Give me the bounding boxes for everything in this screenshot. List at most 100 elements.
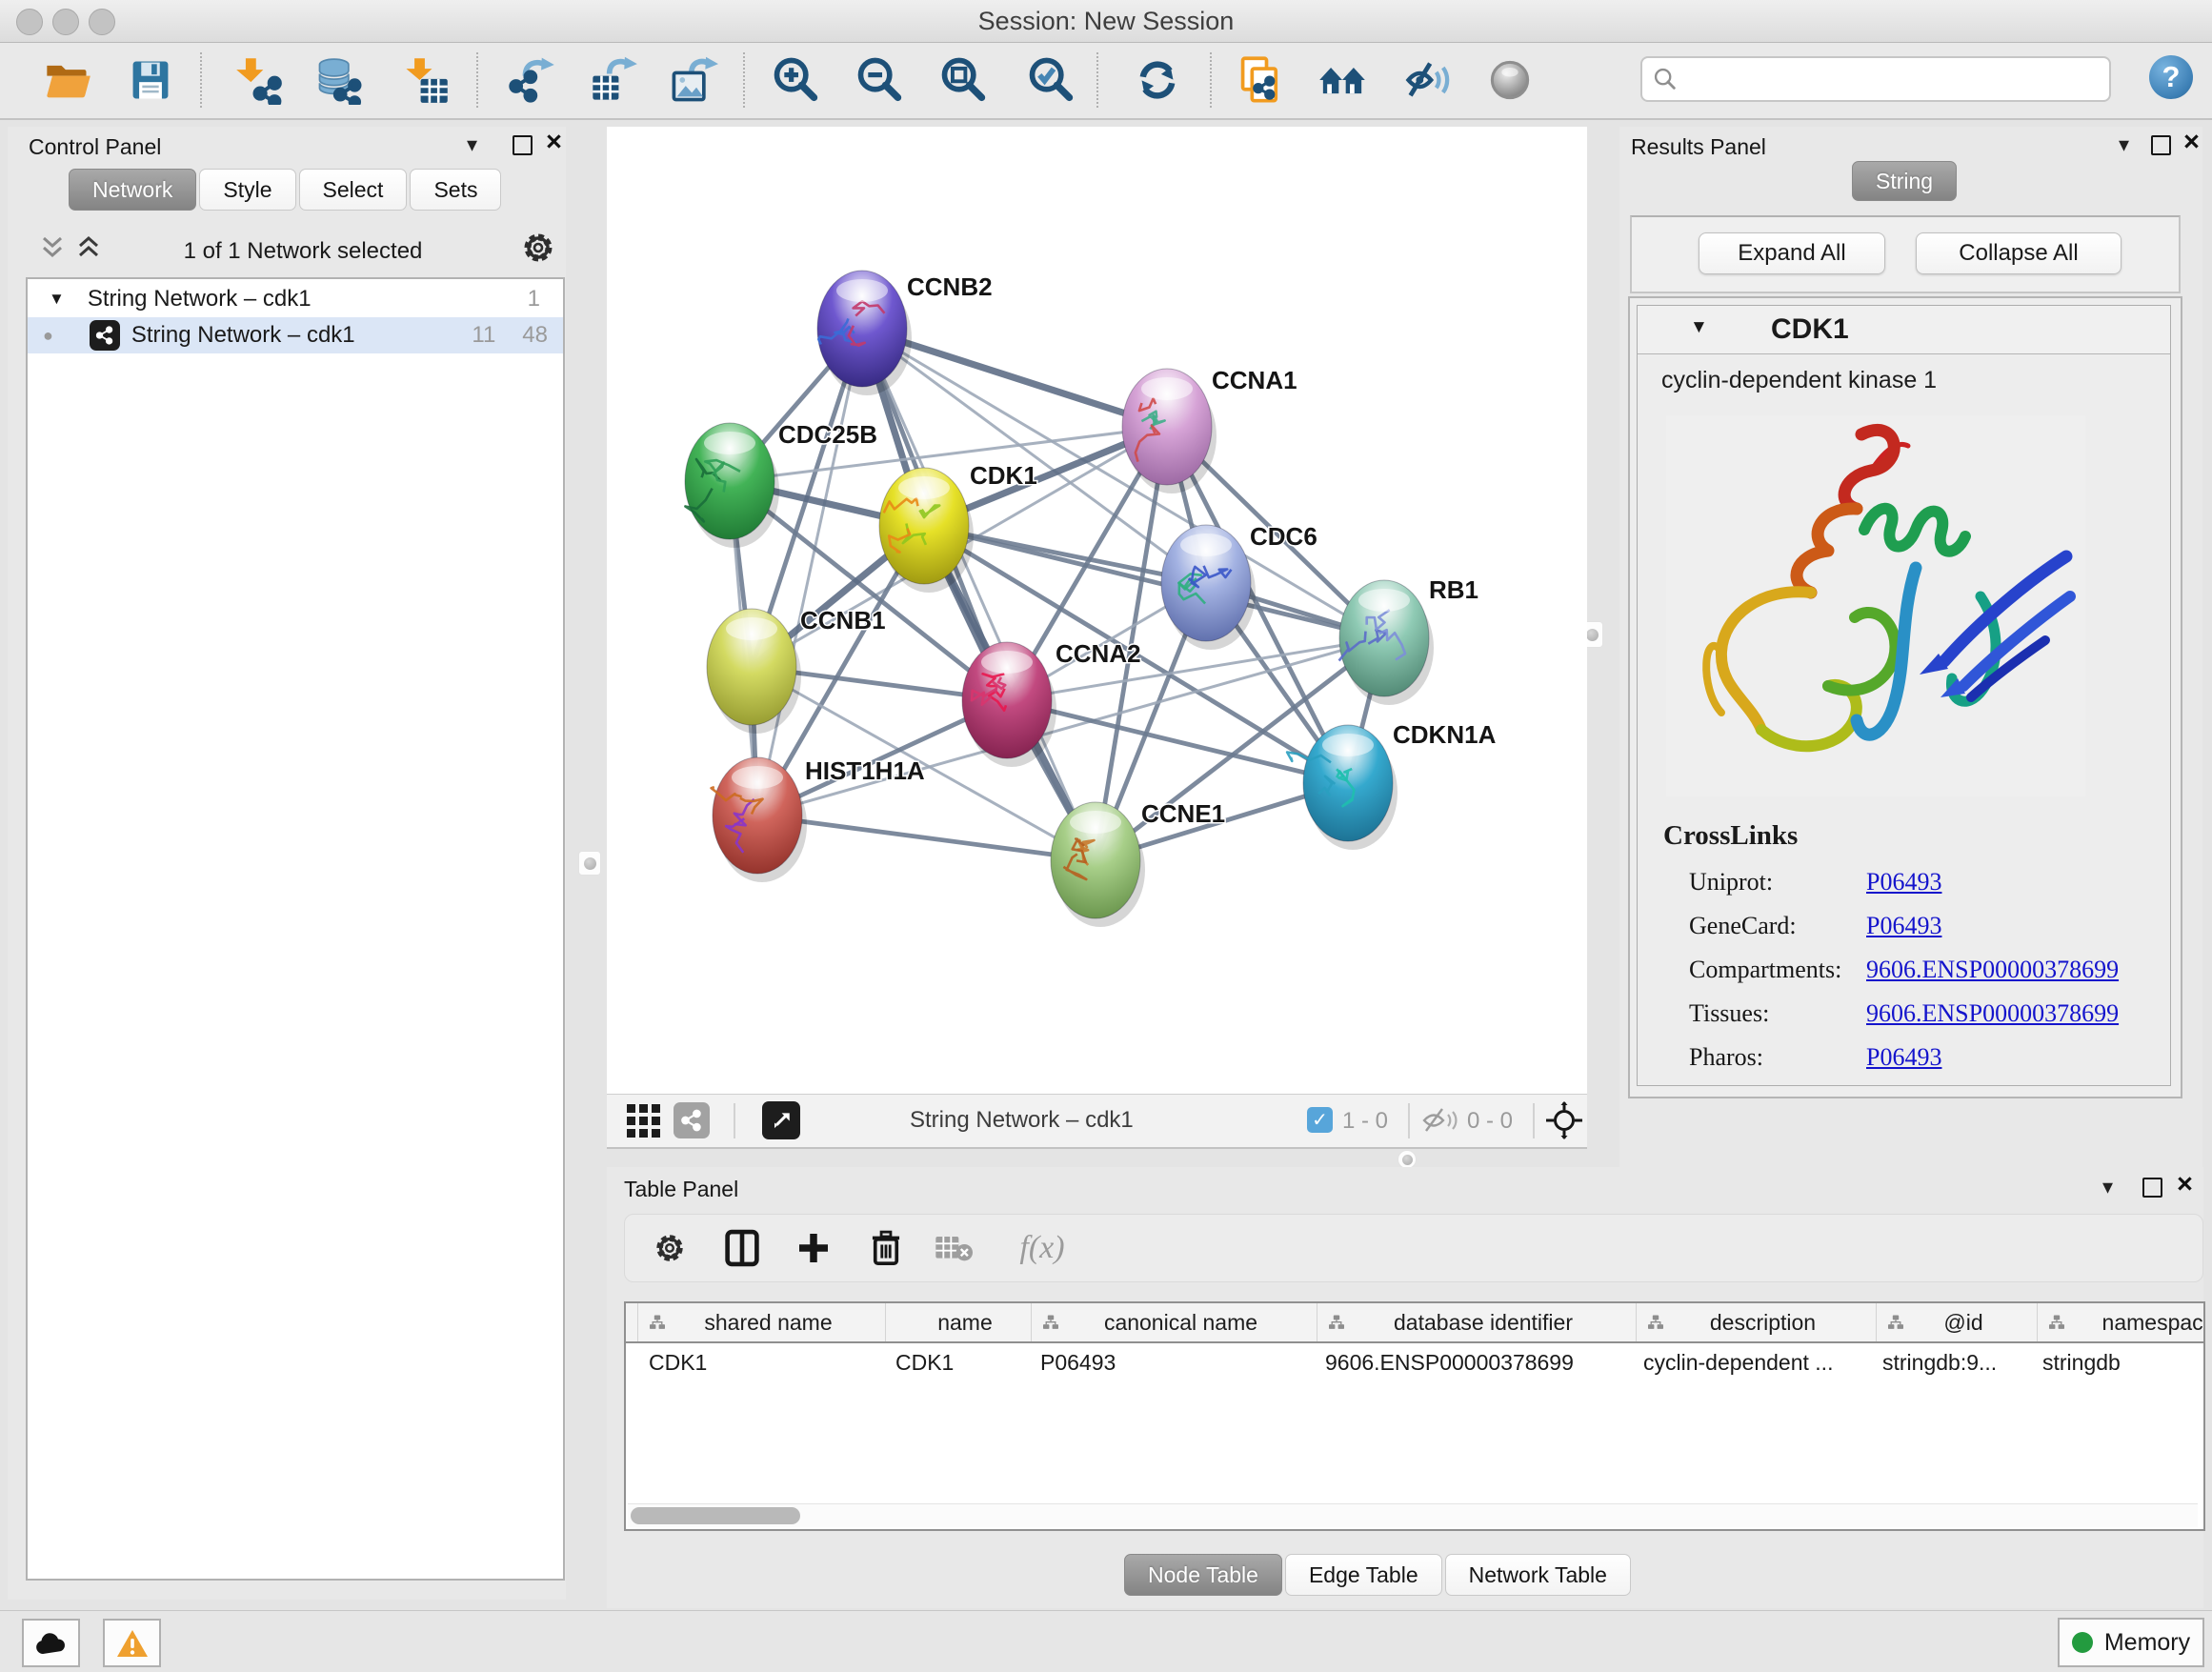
- network-node-RB1[interactable]: RB1: [1339, 575, 1478, 705]
- left-splitter-handle[interactable]: [578, 851, 601, 876]
- panel-collapse-icon[interactable]: ▾: [2119, 132, 2129, 157]
- warning-icon: [116, 1629, 149, 1658]
- network-node-CDKN1A[interactable]: CDKN1A: [1287, 720, 1496, 850]
- birdseye-view-icon[interactable]: [762, 1101, 800, 1139]
- network-canvas[interactable]: CCNB2CCNA1CDC25BCDK1CDC6RB1CCNB1CCNA2CDK…: [607, 127, 1587, 1094]
- network-node-CCNB2[interactable]: CCNB2: [817, 271, 993, 395]
- export-image-button[interactable]: [666, 50, 721, 110]
- gear-icon[interactable]: [520, 230, 556, 266]
- clone-network-button[interactable]: [1233, 50, 1288, 110]
- cloud-icon: [34, 1631, 69, 1656]
- column-header-namespace[interactable]: namespace: [2038, 1303, 2205, 1341]
- zoom-selected-button[interactable]: [1023, 50, 1078, 110]
- delete-column-button[interactable]: [862, 1224, 910, 1272]
- tab-network-table[interactable]: Network Table: [1445, 1554, 1631, 1596]
- tab-style[interactable]: Style: [199, 169, 295, 211]
- column-header-name[interactable]: name: [886, 1303, 1032, 1341]
- crosslink-link[interactable]: P06493: [1866, 868, 1941, 896]
- network-node-HIST1H1A[interactable]: HIST1H1A: [712, 756, 925, 882]
- network-view[interactable]: CCNB2CCNA1CDC25BCDK1CDC6RB1CCNB1CCNA2CDK…: [607, 127, 1587, 1094]
- panel-collapse-icon[interactable]: ▾: [2102, 1175, 2113, 1199]
- network-node-CDC25B[interactable]: CDC25B: [685, 420, 877, 548]
- hide-panels-button[interactable]: [1400, 50, 1456, 110]
- show-columns-button[interactable]: [718, 1224, 766, 1272]
- export-table-button[interactable]: [586, 50, 641, 110]
- save-session-button[interactable]: [123, 50, 178, 110]
- export-network-button[interactable]: [505, 50, 560, 110]
- import-table-button[interactable]: [398, 50, 453, 110]
- warnings-button[interactable]: [103, 1619, 161, 1667]
- control-panel-title: Control Panel: [29, 134, 161, 160]
- zoom-fit-button[interactable]: [935, 50, 991, 110]
- save-floppy-icon: [126, 55, 175, 105]
- zoom-out-button[interactable]: [852, 50, 907, 110]
- gene-card-header[interactable]: ▼ CDK1: [1638, 306, 2170, 354]
- crosshair-icon[interactable]: [1545, 1101, 1583, 1139]
- crosslink-link[interactable]: 9606.ENSP00000378699: [1866, 956, 2119, 984]
- scrollbar-thumb[interactable]: [631, 1507, 800, 1524]
- help-button[interactable]: ?: [2149, 55, 2193, 99]
- toolbar-separator: [743, 52, 745, 108]
- node-label-HIST1H1A: HIST1H1A: [805, 756, 925, 785]
- network-node-CCNE1[interactable]: CCNE1: [1051, 799, 1225, 927]
- panel-float-icon[interactable]: [513, 135, 533, 155]
- table-row[interactable]: CDK1CDK1P064939606.ENSP00000378699cyclin…: [626, 1343, 2203, 1381]
- session-home-button[interactable]: [1315, 50, 1370, 110]
- results-actions-box: Expand All Collapse All: [1630, 215, 2181, 293]
- delete-table-button[interactable]: [930, 1224, 977, 1272]
- table-settings-button[interactable]: [646, 1224, 694, 1272]
- tab-select[interactable]: Select: [299, 169, 408, 211]
- column-header-@id[interactable]: @id: [1877, 1303, 2038, 1341]
- node-table[interactable]: shared namenamecanonical namedatabase id…: [624, 1301, 2205, 1531]
- memory-button[interactable]: Memory: [2058, 1618, 2204, 1667]
- crosslink-link[interactable]: P06493: [1866, 912, 1941, 940]
- collapse-all-icon[interactable]: [40, 234, 69, 261]
- panel-close-icon[interactable]: ×: [546, 134, 562, 151]
- import-from-database-button[interactable]: [311, 50, 366, 110]
- refresh-layout-button[interactable]: [1130, 50, 1185, 110]
- tab-string[interactable]: String: [1852, 161, 1957, 201]
- tree-expander-icon[interactable]: ▼: [49, 290, 65, 309]
- panel-float-icon[interactable]: [2151, 135, 2171, 155]
- column-header-description[interactable]: description: [1637, 1303, 1877, 1341]
- expand-all-button[interactable]: Expand All: [1699, 232, 1885, 274]
- column-header-selector[interactable]: [626, 1303, 638, 1341]
- horizontal-scrollbar[interactable]: [628, 1503, 2198, 1527]
- zoom-in-button[interactable]: [768, 50, 823, 110]
- crosslink-link[interactable]: 9606.ENSP00000378699: [1866, 999, 2119, 1028]
- column-header-database-identifier[interactable]: database identifier: [1317, 1303, 1637, 1341]
- search-input[interactable]: [1684, 60, 2098, 96]
- section-expander-icon[interactable]: ▼: [1690, 317, 1708, 338]
- network-collection-row[interactable]: ▼ String Network – cdk1 1: [28, 281, 563, 317]
- tab-node-table[interactable]: Node Table: [1124, 1554, 1282, 1596]
- search-field[interactable]: [1640, 56, 2111, 102]
- cloud-status-button[interactable]: [22, 1619, 80, 1667]
- edge-HIST1H1A-CCNE1[interactable]: [757, 816, 1096, 860]
- tab-edge-table[interactable]: Edge Table: [1285, 1554, 1442, 1596]
- toolbar-separator: [734, 1103, 735, 1138]
- panel-collapse-icon[interactable]: ▾: [467, 132, 477, 157]
- collapse-all-button[interactable]: Collapse All: [1916, 232, 2122, 274]
- column-header-canonical-name[interactable]: canonical name: [1032, 1303, 1317, 1341]
- expand-all-icon[interactable]: [76, 234, 105, 261]
- selected-checkbox-icon[interactable]: ✓: [1307, 1107, 1333, 1133]
- network-node-CDK1[interactable]: CDK1: [879, 461, 1037, 593]
- network-share-icon[interactable]: [674, 1102, 710, 1138]
- network-node-CCNB1[interactable]: CCNB1: [707, 606, 886, 734]
- panel-float-icon[interactable]: [2142, 1178, 2162, 1198]
- tab-network[interactable]: Network: [69, 169, 196, 211]
- network-row-selected[interactable]: ● String Network – cdk1 11 48: [28, 317, 563, 353]
- presentation-mode-button[interactable]: [1482, 50, 1538, 110]
- function-builder-button[interactable]: f(x): [1004, 1224, 1080, 1272]
- column-header-shared-name[interactable]: shared name: [638, 1303, 886, 1341]
- create-column-button[interactable]: [790, 1224, 837, 1272]
- bottom-splitter-handle[interactable]: [1398, 1150, 1417, 1169]
- grid-view-icon[interactable]: [627, 1104, 662, 1138]
- crosslink-link[interactable]: P06493: [1866, 1043, 1941, 1072]
- panel-close-icon[interactable]: ×: [2183, 134, 2200, 151]
- tab-sets[interactable]: Sets: [410, 169, 501, 211]
- open-session-button[interactable]: [40, 50, 95, 110]
- import-network-button[interactable]: [231, 50, 287, 110]
- network-node-CCNA1[interactable]: CCNA1: [1122, 366, 1297, 494]
- panel-close-icon[interactable]: ×: [2177, 1177, 2193, 1193]
